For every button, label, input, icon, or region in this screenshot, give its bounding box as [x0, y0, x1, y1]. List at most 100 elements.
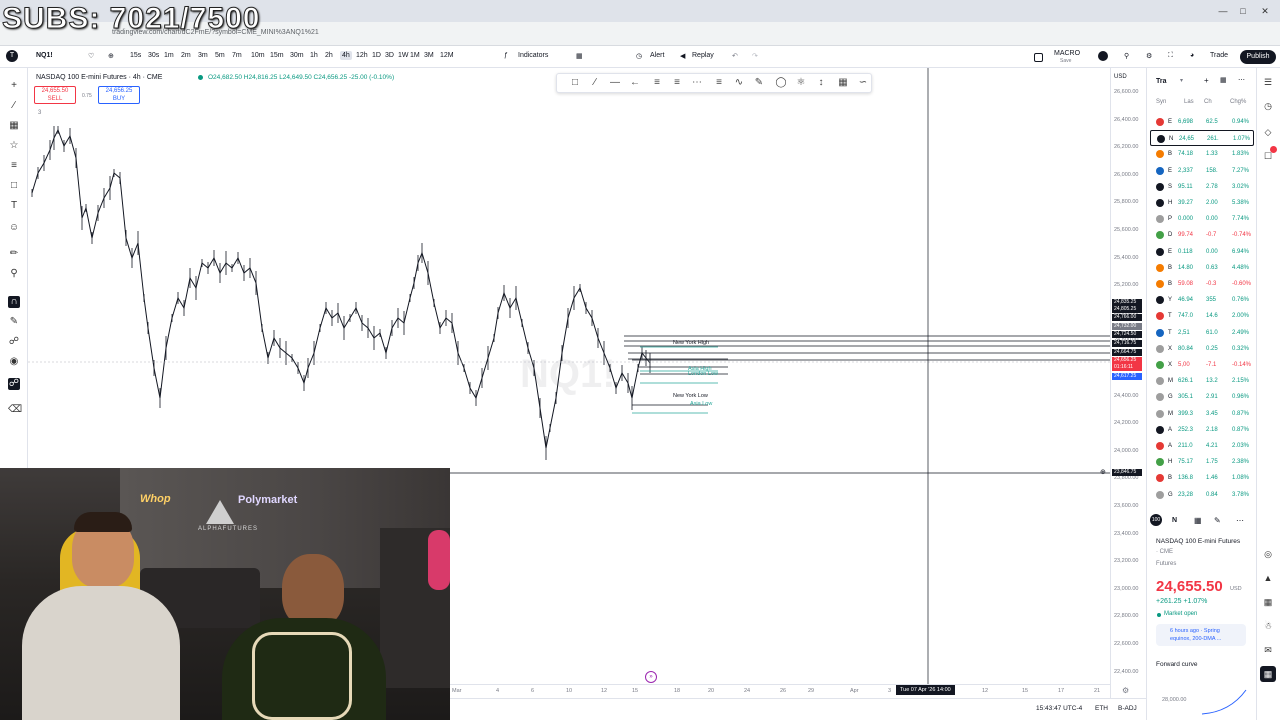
watchlist-row[interactable]: M 626.1 13.2 2.15%	[1150, 373, 1254, 389]
detail-name[interactable]: NASDAQ 100 E-mini Futures	[1156, 538, 1240, 545]
interval-button-30m[interactable]: 30m	[290, 52, 304, 59]
path-tool-icon[interactable]: ∽	[856, 76, 870, 90]
price-axis[interactable]	[1110, 68, 1146, 698]
horizontal-ray-icon[interactable]: —	[608, 76, 622, 90]
line-tool-icon[interactable]: ∕	[588, 76, 602, 90]
watchlist-row[interactable]: B 136.8 1.46 1.08%	[1150, 470, 1254, 486]
interval-button-1h[interactable]: 1h	[310, 52, 318, 59]
parallel-channel-icon[interactable]: ≡	[650, 76, 664, 90]
watchlist-panel-icon[interactable]: ☰	[1262, 76, 1274, 88]
messages-icon[interactable]: ✉	[1262, 644, 1274, 656]
watchlist-row[interactable]: E 6,698 62.5 0.94%	[1150, 114, 1254, 130]
trade-button[interactable]: Trade	[1210, 52, 1228, 59]
watchlist-row[interactable]: B 14.80 0.63 4.48%	[1150, 260, 1254, 276]
watchlist-title[interactable]: Tra	[1156, 78, 1167, 85]
brush-tool-icon[interactable]: ✎	[752, 76, 766, 90]
interval-button-3m[interactable]: 3m	[198, 52, 208, 59]
rectangle-tool-icon[interactable]: □	[568, 76, 582, 90]
watchlist-row[interactable]: E 0.118 0.00 6.94%	[1150, 244, 1254, 260]
watchlist-row[interactable]: B 59.08 -0.3 -0.60%	[1150, 276, 1254, 292]
fib-retracement-icon[interactable]: ≡	[670, 76, 684, 90]
zoom-in-icon[interactable]: ⚲	[8, 268, 20, 280]
close-icon[interactable]: ✕	[1258, 6, 1272, 17]
watchlist-column-header[interactable]: Las	[1184, 99, 1194, 105]
replay-icon[interactable]: ◀	[680, 52, 685, 60]
settings-gear-icon[interactable]: ⚙	[1146, 52, 1152, 60]
price-range-icon[interactable]: ↕	[814, 76, 828, 90]
buy-button[interactable]: 24,656.25 BUY	[98, 86, 140, 104]
macro-layout-label[interactable]: MACRO	[1054, 50, 1080, 57]
watchlist-row[interactable]: E 2,337 158. 7.27%	[1150, 163, 1254, 179]
detail-category[interactable]: Futures	[1156, 561, 1176, 567]
ideas-icon[interactable]: ▲	[1262, 572, 1274, 584]
watchlist-row[interactable]: X 5,00 -7.1 -0.14%	[1150, 357, 1254, 373]
delete-drawings-icon[interactable]: ⌫	[8, 404, 22, 416]
replay-button[interactable]: Replay	[692, 52, 714, 59]
crosshair-tool-icon[interactable]: +	[8, 80, 20, 92]
redo-icon[interactable]: ↷	[752, 52, 758, 60]
indicator-count[interactable]: 3	[38, 110, 41, 116]
watchlist-column-header[interactable]: Ch	[1204, 99, 1212, 105]
detail-edit-icon[interactable]: ✎	[1214, 516, 1221, 525]
layout-icon[interactable]	[1034, 53, 1043, 62]
detail-layout-icon[interactable]: ▦	[1194, 516, 1202, 525]
interval-button-12h[interactable]: 12h	[356, 52, 368, 59]
watchlist-row[interactable]: H 75.17 1.75 2.38%	[1150, 454, 1254, 470]
interval-button-7m[interactable]: 7m	[232, 52, 242, 59]
arrow-tool-icon[interactable]: ←	[628, 76, 642, 90]
geometric-shapes-icon[interactable]: □	[8, 180, 20, 192]
gann-tool-icon[interactable]: ⚛	[794, 76, 808, 90]
currency-label[interactable]: USD	[1114, 74, 1127, 80]
undo-icon[interactable]: ↶	[732, 52, 738, 60]
watchlist-dropdown-icon[interactable]: ▾	[1180, 77, 1183, 84]
grid-tool-icon[interactable]: ▦	[836, 76, 850, 90]
stay-in-drawing-mode-icon[interactable]: ✎	[8, 316, 20, 328]
account-avatar-icon[interactable]: T	[6, 50, 18, 62]
interval-button-15m[interactable]: 15m	[270, 52, 284, 59]
sell-button[interactable]: 24,655.50 SELL	[34, 86, 76, 104]
go-to-realtime-icon[interactable]: »	[645, 671, 657, 683]
watchlist-column-header[interactable]: Chg%	[1230, 99, 1246, 105]
watchlist-row[interactable]: A 252.3 2.18 0.87%	[1150, 422, 1254, 438]
trendline-tool-icon[interactable]: ∕	[8, 100, 20, 112]
products-grid-icon[interactable]: ▦	[1260, 666, 1276, 682]
fullscreen-icon[interactable]: ⛶	[1168, 52, 1173, 60]
add-symbol-plus-icon[interactable]: +	[1204, 76, 1209, 85]
watchlist-row[interactable]: S 95.11 2.78 3.02%	[1150, 179, 1254, 195]
interval-button-10m[interactable]: 10m	[251, 52, 265, 59]
interval-button-3m[interactable]: 3M	[424, 52, 434, 59]
watchlist-row[interactable]: H 39.27 2.00 5.38%	[1150, 195, 1254, 211]
alert-icon[interactable]: ◷	[636, 52, 642, 60]
fib-extension-icon[interactable]: ≡	[712, 76, 726, 90]
pattern-tool-icon[interactable]: ☆	[8, 140, 20, 152]
symbol-search-button[interactable]: NQ1!	[36, 52, 53, 59]
add-alert-plus-icon[interactable]: ⊕	[1100, 468, 1106, 476]
indicators-icon[interactable]: ƒ	[504, 52, 508, 59]
ellipse-tool-icon[interactable]: ◯	[774, 76, 788, 90]
target-icon[interactable]: ◎	[1262, 548, 1274, 560]
compare-plus-icon[interactable]: ♡	[88, 52, 94, 60]
magnet-mode-icon[interactable]: ∩	[8, 296, 20, 308]
zigzag-tool-icon[interactable]: ∿	[732, 76, 746, 90]
interval-button-1m[interactable]: 1m	[164, 52, 174, 59]
watchlist-row[interactable]: Y 46.94 355 0.76%	[1150, 292, 1254, 308]
ruler-tool-icon[interactable]: ✏	[8, 248, 20, 260]
watchlist-row[interactable]: A 211.0 4.21 2.03%	[1150, 438, 1254, 454]
interval-button-12m[interactable]: 12M	[440, 52, 454, 59]
interval-button-4h[interactable]: 4h	[340, 51, 352, 60]
timezone-settings-icon[interactable]: ⚙	[1122, 686, 1129, 695]
watchlist-row[interactable]: D 99.74 -0.7 -0.74%	[1150, 227, 1254, 243]
interval-button-2m[interactable]: 2m	[181, 52, 191, 59]
indicators-button[interactable]: Indicators	[518, 52, 548, 59]
interval-button-1m[interactable]: 1M	[410, 52, 420, 59]
watchlist-row[interactable]: N 24,65 261. 1.07%	[1150, 130, 1254, 147]
prediction-tool-icon[interactable]: ≡	[8, 160, 20, 172]
interval-button-1w[interactable]: 1W	[398, 52, 409, 59]
fib-tool-icon[interactable]: ▦	[8, 120, 20, 132]
publish-button[interactable]: Publish	[1240, 50, 1276, 64]
alert-button[interactable]: Alert	[650, 52, 664, 59]
object-tree-icon[interactable]: ◇	[1262, 126, 1274, 138]
interval-button-30s[interactable]: 30s	[148, 52, 159, 59]
detail-news-item[interactable]: 6 hours ago · Spring equinox, 200-DMA ..…	[1156, 624, 1246, 646]
templates-icon[interactable]: ▦	[576, 52, 583, 60]
